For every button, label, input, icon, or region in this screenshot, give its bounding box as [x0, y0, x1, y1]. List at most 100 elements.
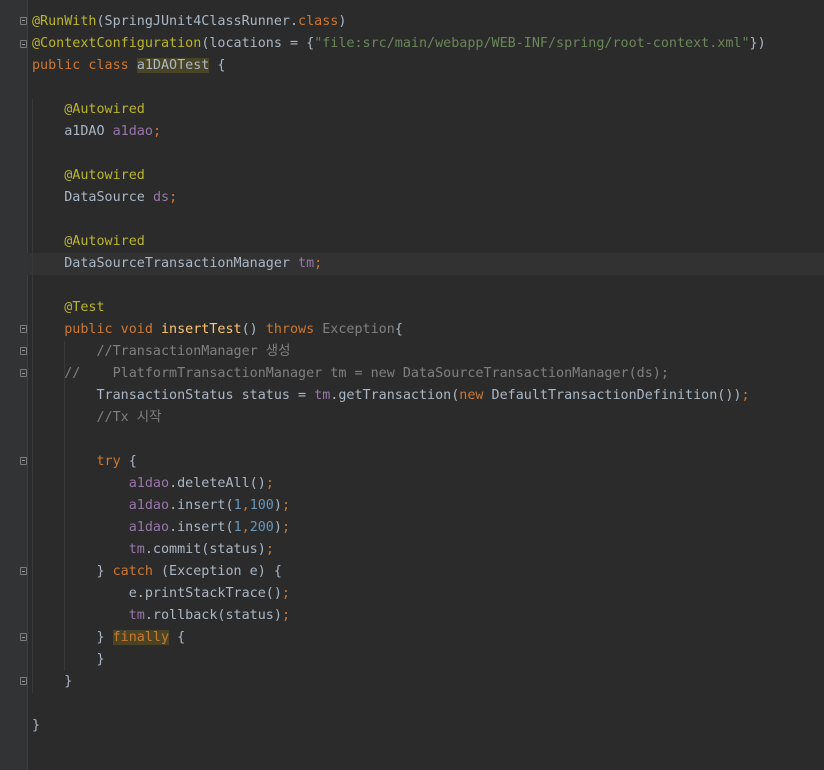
code-token: {	[169, 630, 186, 645]
indent-guide	[32, 363, 33, 385]
code-line[interactable]: a1dao.insert(1,200);	[32, 517, 824, 539]
code-token: ()	[241, 322, 266, 337]
indent-guide	[32, 539, 33, 561]
code-line[interactable]	[32, 77, 824, 99]
fold-marker-icon[interactable]	[20, 677, 28, 687]
code-line[interactable]: @Autowired	[32, 231, 824, 253]
code-token: a1dao	[112, 124, 153, 139]
code-token: a1dao	[128, 520, 170, 535]
indent-guide	[32, 561, 33, 583]
code-line[interactable]: public void insertTest() throws Exceptio…	[32, 319, 824, 341]
code-token: @ContextConfiguration	[32, 36, 202, 51]
indent-guide	[32, 473, 33, 495]
fold-marker-icon[interactable]	[20, 347, 28, 357]
indent-guide	[32, 99, 33, 121]
code-token: (SpringJUnit4ClassRunner.	[96, 14, 299, 29]
code-token: try	[96, 454, 129, 469]
code-token: })	[749, 36, 766, 51]
code-token: ;	[265, 476, 274, 491]
code-line[interactable]	[32, 209, 824, 231]
code-token: a1dao	[128, 476, 170, 491]
code-line[interactable]: //Tx 시작	[32, 407, 824, 429]
code-token: public void	[64, 322, 161, 337]
code-line[interactable]: } finally {	[32, 627, 824, 649]
code-token: ds	[152, 190, 170, 205]
fold-marker-icon[interactable]	[20, 40, 28, 50]
indent-guide	[32, 121, 33, 143]
code-token: catch	[112, 564, 161, 579]
code-token: @Autowired	[64, 102, 145, 117]
code-token: insertTest	[161, 322, 242, 337]
code-line[interactable]: tm.rollback(status);	[32, 605, 824, 627]
code-line[interactable]: DataSource ds;	[32, 187, 824, 209]
indent-guide	[32, 429, 33, 451]
indent-guide	[32, 341, 33, 363]
code-token: .insert(	[169, 520, 234, 535]
code-token: .getTransaction(	[330, 388, 460, 403]
fold-marker-icon[interactable]	[20, 567, 28, 577]
editor-gutter[interactable]	[0, 0, 28, 770]
code-token: ;	[281, 498, 290, 513]
code-token: ;	[741, 388, 750, 403]
code-token: ;	[281, 586, 290, 601]
fold-marker-icon[interactable]	[20, 325, 28, 335]
code-token: 200	[249, 520, 274, 535]
indent-guide	[64, 561, 65, 583]
code-token: 100	[249, 498, 274, 513]
code-line[interactable]: // PlatformTransactionManager tm = new D…	[32, 363, 824, 385]
code-token: ,	[241, 520, 250, 535]
indent-guide	[32, 187, 33, 209]
code-token: a1DAO	[32, 124, 113, 139]
indent-guide	[64, 583, 65, 605]
code-line[interactable]: tm.commit(status);	[32, 539, 824, 561]
code-token: tm	[298, 256, 315, 271]
code-line[interactable]: @ContextConfiguration(locations = {"file…	[32, 33, 824, 55]
code-line[interactable]	[32, 143, 824, 165]
code-token: DefaultTransactionDefinition())	[491, 388, 742, 403]
code-line[interactable]: a1dao.insert(1,100);	[32, 495, 824, 517]
fold-marker-icon[interactable]	[20, 457, 28, 467]
code-token: }	[32, 652, 105, 667]
code-token: "file:src/main/webapp/WEB-INF/spring/roo…	[314, 36, 750, 51]
code-token: // PlatformTransactionManager tm = new D…	[32, 366, 669, 381]
code-token: @Autowired	[64, 168, 145, 183]
code-token: Exception	[322, 322, 395, 337]
code-line[interactable]: //TransactionManager 생성	[32, 341, 824, 363]
code-line[interactable]	[32, 429, 824, 451]
indent-guide	[32, 495, 33, 517]
code-line[interactable]: }	[32, 671, 824, 693]
indent-guide	[32, 605, 33, 627]
code-token: }	[32, 718, 41, 733]
code-line[interactable]: DataSourceTransactionManager tm;	[27, 253, 824, 275]
code-line[interactable]: @Autowired	[32, 99, 824, 121]
code-editor[interactable]: @RunWith(SpringJUnit4ClassRunner.class) @…	[0, 0, 824, 770]
code-line[interactable]: a1DAO a1dao;	[32, 121, 824, 143]
code-area[interactable]: @RunWith(SpringJUnit4ClassRunner.class) @…	[27, 11, 824, 737]
code-line[interactable]	[32, 275, 824, 297]
indent-guide	[64, 605, 65, 627]
code-line[interactable]: @Test	[32, 297, 824, 319]
code-line[interactable]: @RunWith(SpringJUnit4ClassRunner.class)	[32, 11, 824, 33]
fold-marker-icon[interactable]	[20, 17, 28, 27]
code-line[interactable]	[32, 693, 824, 715]
indent-guide	[32, 627, 33, 649]
code-token: public class	[32, 58, 137, 73]
code-line[interactable]: TransactionStatus status = tm.getTransac…	[32, 385, 824, 407]
code-line[interactable]: try {	[32, 451, 824, 473]
code-line[interactable]: }	[32, 715, 824, 737]
code-line[interactable]: public class a1DAOTest {	[32, 55, 824, 77]
code-line[interactable]: } catch (Exception e) {	[32, 561, 824, 583]
code-line[interactable]: e.printStackTrace();	[32, 583, 824, 605]
code-line[interactable]: @Autowired	[32, 165, 824, 187]
indent-guide	[32, 517, 33, 539]
code-line[interactable]: a1dao.deleteAll();	[32, 473, 824, 495]
fold-marker-icon[interactable]	[20, 369, 28, 379]
code-line[interactable]: }	[32, 649, 824, 671]
indent-guide	[64, 495, 65, 517]
indent-guide	[64, 473, 65, 495]
fold-marker-icon[interactable]	[20, 633, 28, 643]
